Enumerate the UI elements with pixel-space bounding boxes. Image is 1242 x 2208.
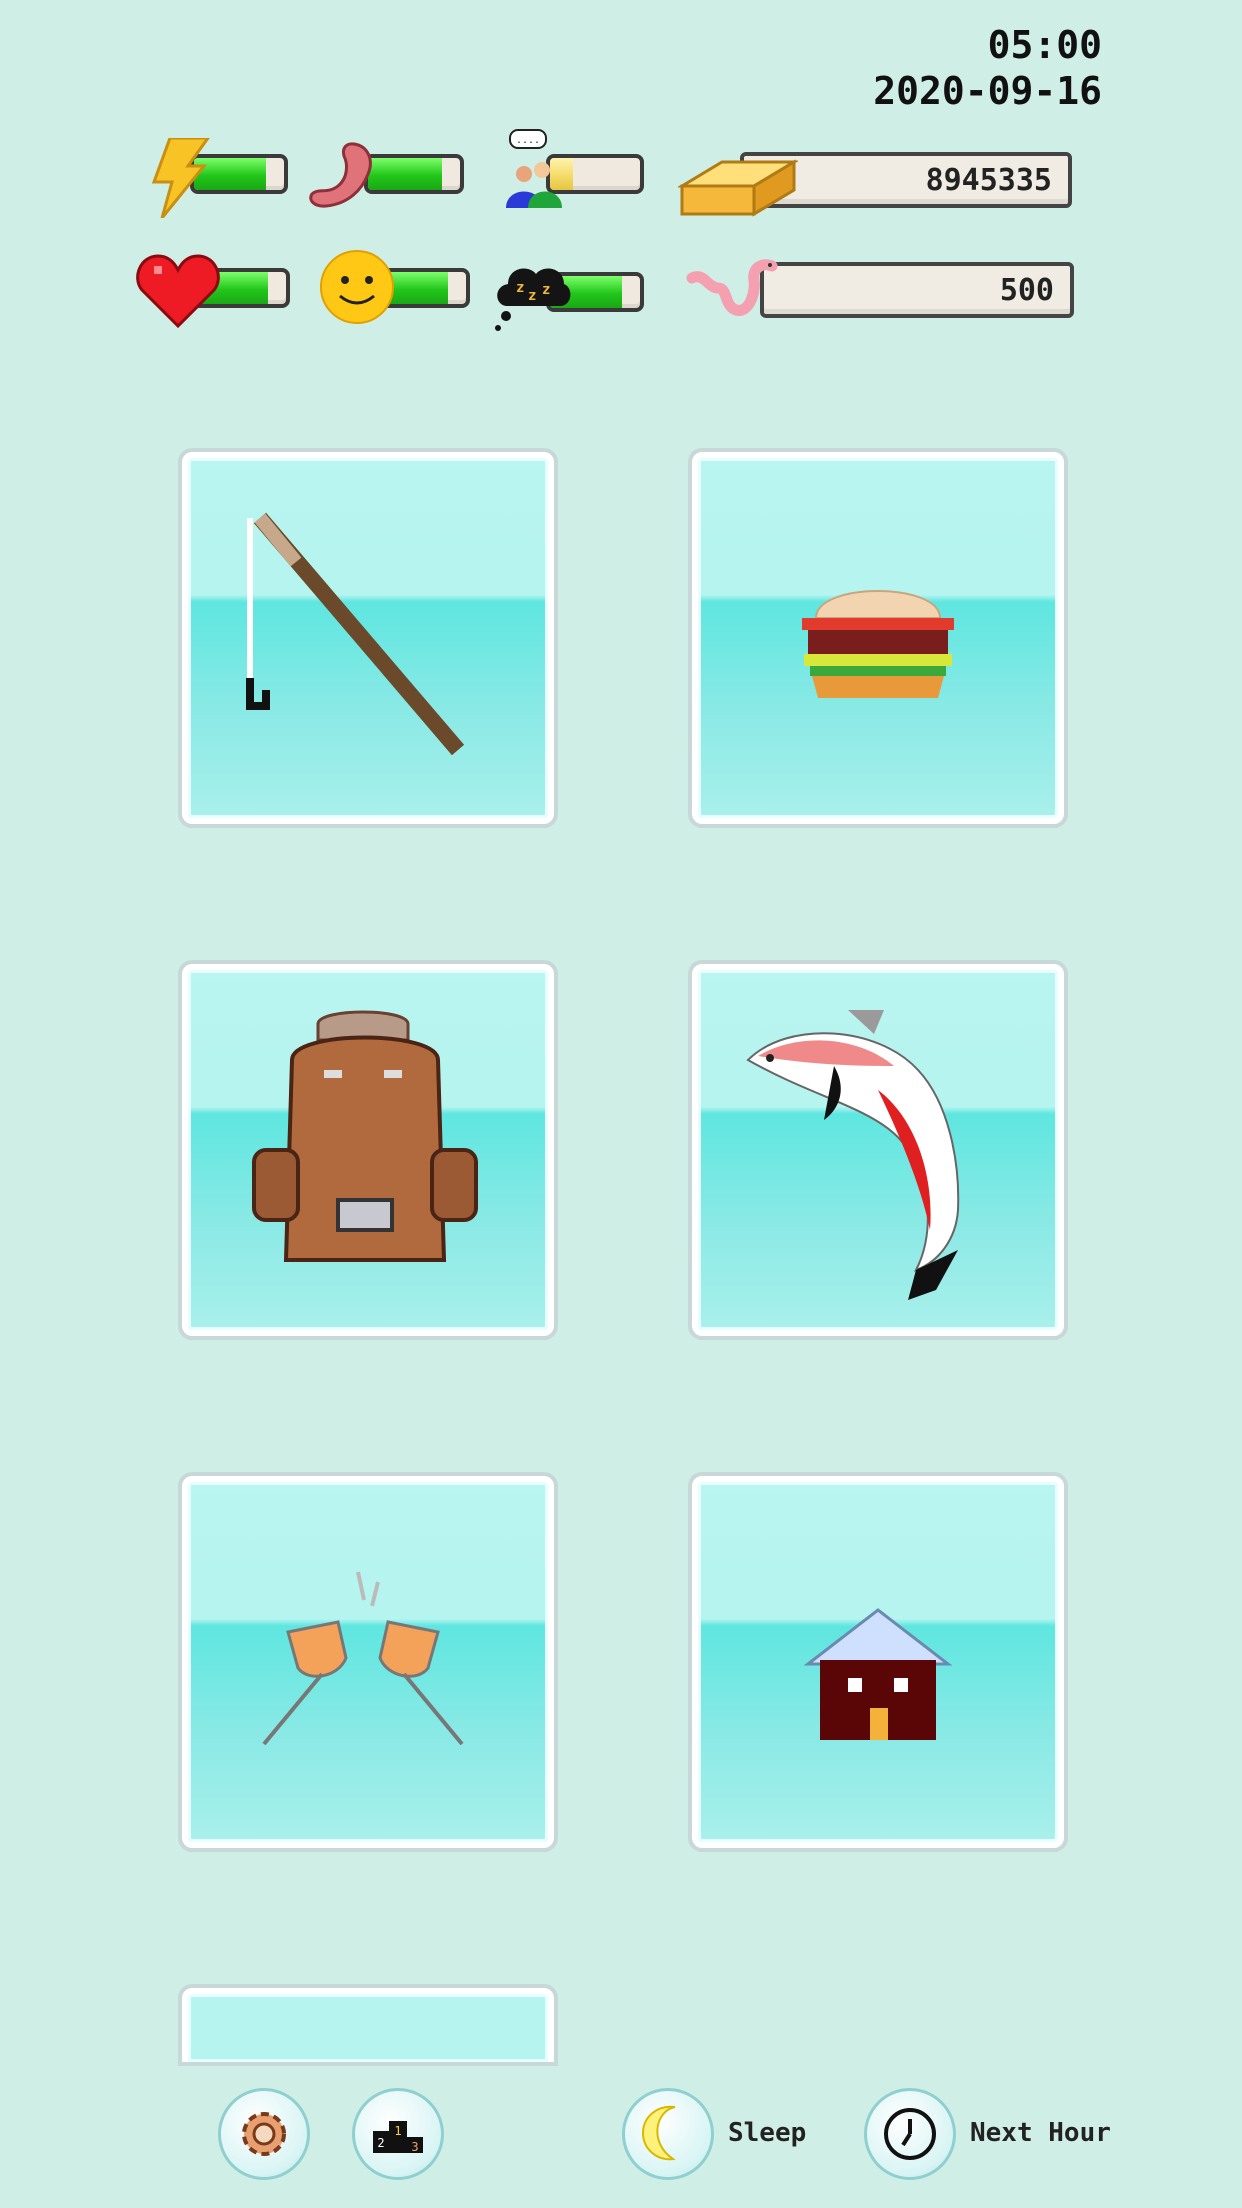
gear-icon: [242, 2112, 286, 2156]
burger-icon: [802, 590, 954, 698]
koi-fish-tile[interactable]: [688, 960, 1068, 1340]
clock: 05:00 2020-09-16: [873, 22, 1102, 114]
moon-icon: [641, 2105, 676, 2161]
clock-date: 2020-09-16: [873, 69, 1102, 113]
settings-button[interactable]: [218, 2088, 310, 2180]
social-stat: ....: [500, 128, 644, 208]
koi-fish-icon: [746, 1010, 960, 1300]
svg-text:3: 3: [411, 2140, 418, 2154]
worm-icon: [686, 259, 778, 316]
hunger-stat: [304, 142, 464, 208]
podium-icon: 2 1 3: [373, 2121, 423, 2154]
leaderboard-button[interactable]: 2 1 3: [352, 2088, 444, 2180]
bait-value: 500: [999, 272, 1054, 308]
gold-value: 8945335: [925, 162, 1052, 198]
people-chat-icon: ....: [506, 129, 562, 208]
smiley-icon: [320, 250, 394, 324]
svg-text:z: z: [542, 282, 550, 298]
cheers-glasses-icon: [262, 1571, 464, 1746]
svg-text:....: ....: [516, 135, 540, 146]
house-icon: [803, 1608, 953, 1740]
backpack-icon: [252, 1010, 478, 1262]
bait-counter: 500: [760, 262, 1074, 318]
backpack-tile[interactable]: [178, 960, 558, 1340]
bottom-bar: 2 1 3 Sleep Next Hour: [0, 2060, 1242, 2208]
clock-icon: [884, 2108, 936, 2160]
next-hour-button[interactable]: [864, 2088, 956, 2180]
heart-icon: [136, 254, 220, 329]
sleep-stat: z z z: [492, 262, 644, 331]
cheers-tile[interactable]: [178, 1472, 558, 1852]
zzz-cloud-icon: z z z: [495, 268, 571, 331]
mood-stat: [318, 250, 470, 324]
health-stat: [136, 252, 290, 329]
gold-bar-icon: [678, 159, 798, 217]
fishing-rod-icon: [246, 512, 465, 756]
svg-text:z: z: [516, 280, 524, 296]
svg-text:z: z: [528, 288, 536, 304]
next-hour-label[interactable]: Next Hour: [970, 2118, 1111, 2148]
energy-stat: [150, 138, 290, 218]
burger-tile[interactable]: [688, 448, 1068, 828]
svg-text:1: 1: [394, 2124, 401, 2138]
sleep-label[interactable]: Sleep: [728, 2118, 806, 2148]
empty-tile[interactable]: [178, 1984, 558, 2066]
clock-time: 05:00: [987, 23, 1102, 67]
sleep-button[interactable]: [622, 2088, 714, 2180]
house-tile[interactable]: [688, 1472, 1068, 1852]
lightning-icon: [151, 138, 210, 218]
svg-text:2: 2: [377, 2136, 384, 2150]
stomach-icon: [309, 142, 372, 208]
fishing-rod-tile[interactable]: [178, 448, 558, 828]
